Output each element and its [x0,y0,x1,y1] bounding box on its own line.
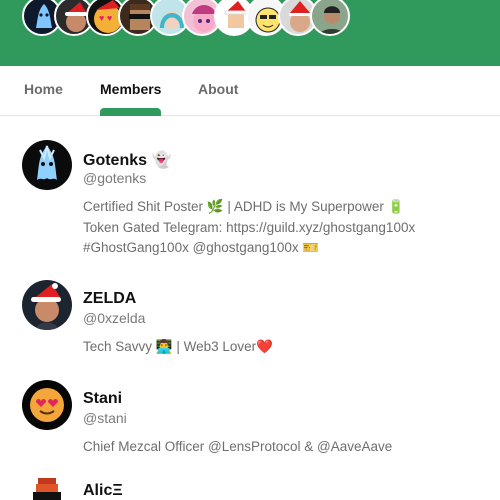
community-tab-bar: Home Members About [0,66,500,116]
member-name[interactable]: Gotenks 👻 [83,150,171,170]
member-bio: Tech Savvy 👨‍💻 | Web3 Lover❤️ [83,337,483,358]
member-handle: @stani [83,410,127,426]
member-bio-line: Certified Shit Poster 🌿 | ADHD is My Sup… [83,199,405,214]
svg-text:♥ ♥: ♥ ♥ [99,13,112,23]
member-avatar[interactable] [22,140,72,190]
member-bio-line: Tech Savvy 👨‍💻 | Web3 Lover❤️ [83,339,273,354]
community-header-banner: ♥ ♥ [0,0,500,66]
member-name[interactable]: ZELDA [83,290,136,308]
member-avatar[interactable] [22,472,72,500]
member-bio-line: Chief Mezcal Officer @LensProtocol & @Aa… [83,439,393,454]
member-bio: Chief Mezcal Officer @LensProtocol & @Aa… [83,437,483,458]
member-bio: Certified Shit Poster 🌿 | ADHD is My Sup… [83,197,483,259]
member-name[interactable]: Stani [83,390,122,408]
member-bio-line: #GhostGang100x @ghostgang100x 🎫 [83,240,320,255]
member-avatar-stack[interactable]: ♥ ♥ [22,0,350,40]
member-bio-line: Token Gated Telegram: https://guild.xyz/… [83,219,416,235]
tab-home[interactable]: Home [24,81,63,97]
member-avatar[interactable] [22,280,72,330]
tab-about[interactable]: About [198,81,238,97]
member-name[interactable]: AlicΞ [83,482,123,500]
member-avatar[interactable] [22,380,72,430]
member-handle: @gotenks [83,170,147,186]
man-portrait-avatar [310,0,350,36]
active-tab-indicator [100,108,161,116]
member-handle: @0xzelda [83,310,146,326]
tab-members[interactable]: Members [100,81,161,97]
